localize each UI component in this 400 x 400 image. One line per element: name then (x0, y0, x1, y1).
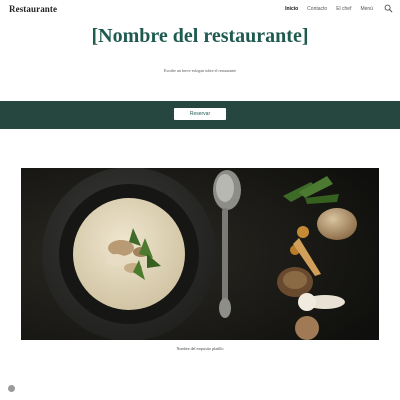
page-title: [Nombre del restaurante] (91, 25, 309, 47)
main-nav: Inicio Contacto El chef Menú (285, 6, 373, 12)
nav-item-el-chef[interactable]: El chef (336, 6, 351, 12)
top-bar: Restaurante Inicio Contacto El chef Menú (0, 0, 400, 20)
dish-caption: Nombre del exquisito platillo (176, 346, 224, 351)
nav-item-menu[interactable]: Menú (360, 6, 373, 12)
dish-illustration (21, 168, 379, 340)
site-brand[interactable]: Restaurante (9, 4, 57, 14)
search-icon[interactable] (384, 4, 393, 13)
page-subtitle: Escribe un breve eslogan sobre el restau… (163, 68, 237, 73)
nav-item-contacto[interactable]: Contacto (307, 6, 327, 12)
dish-photo (21, 168, 379, 340)
reserve-button[interactable]: Reservar (174, 108, 226, 120)
settings-icon[interactable] (8, 385, 15, 392)
reservation-band: Reservar (0, 101, 400, 129)
nav-item-inicio[interactable]: Inicio (285, 6, 298, 12)
